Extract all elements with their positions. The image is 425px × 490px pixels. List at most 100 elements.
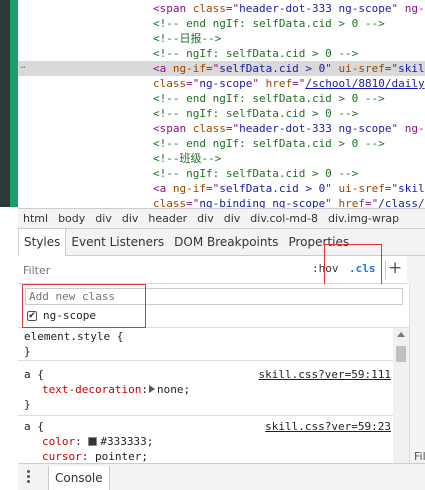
dom-token: =" [364, 197, 379, 208]
dom-token: ng-binding ng-scope [199, 197, 326, 208]
scroll-thumb[interactable] [396, 346, 406, 362]
dom-node-line[interactable]: <span class="header-dot-333 ng-scope" ng… [18, 121, 425, 136]
rule-declaration[interactable]: color: #333333; [42, 434, 153, 449]
styles-filter-input[interactable] [23, 262, 293, 278]
tab-styles[interactable]: Styles [18, 229, 67, 256]
computed-filter-label[interactable]: Fil [414, 450, 425, 463]
computed-pane-edge [409, 284, 425, 463]
dom-token: =" [292, 77, 306, 90]
dom-node-line[interactable]: class="ng-scope" href="/school/8810/dail… [18, 76, 425, 91]
dom-token: =" [186, 197, 200, 208]
dom-token: ng-if [172, 62, 206, 75]
dom-token: =" [186, 77, 200, 90]
cls-highlight-box [324, 244, 382, 286]
breadcrumb-item[interactable]: html [18, 209, 53, 228]
dom-token: " ng- [391, 122, 425, 135]
dom-token: <!-- ngIf: selfData.cid > 0 --> [153, 107, 359, 120]
dom-node-line[interactable]: class="ng-binding ng-scope" href="/class… [18, 196, 425, 208]
dom-token: <!--日报--> [153, 32, 222, 45]
breadcrumb-item[interactable]: div.img-wrap [323, 209, 404, 228]
rule-close-brace: } [24, 398, 31, 411]
left-gutter [0, 0, 18, 490]
dom-token: =" [206, 182, 220, 195]
filter-bar-right-pane [407, 256, 425, 284]
tab-console[interactable]: Console [48, 466, 110, 490]
dom-token: skil [398, 62, 425, 75]
dom-node-line[interactable]: <!-- ngIf: selfData.cid > 0 --> [18, 46, 425, 61]
dom-token: =" [225, 122, 240, 135]
dom-token: =" [384, 182, 399, 195]
property-value[interactable]: none; [157, 383, 190, 396]
dom-token: header-dot-333 ng-scope [239, 122, 392, 135]
tab-event-listeners[interactable]: Event Listeners [66, 229, 169, 255]
breadcrumb-item[interactable]: div [219, 209, 246, 228]
dom-token: /class/ [378, 197, 425, 208]
dom-token: ui-sref [338, 62, 385, 75]
dom-token: href [265, 77, 293, 90]
anchor-rule-2: a { skill.css?ver=59:23 color: #333333; … [18, 418, 409, 463]
dom-token: <span [153, 122, 193, 135]
anchor-rule: a { skill.css?ver=59:111 text-decoration… [18, 366, 409, 416]
dom-node-line[interactable]: <a ng-if="selfData.cid > 0" ui-sref="ski… [18, 181, 425, 196]
property-value[interactable]: #333333; [100, 435, 153, 448]
breadcrumb-item[interactable]: div [192, 209, 219, 228]
class-highlight-box [22, 284, 146, 328]
breadcrumb-item[interactable]: body [53, 209, 90, 228]
dom-token: <!-- ngIf: selfData.cid > 0 --> [153, 47, 359, 60]
property-name[interactable]: cursor [42, 450, 82, 463]
rule-selector[interactable]: a { [24, 367, 44, 382]
dom-token: <!-- end ngIf: selfData.cid > 0 --> [153, 137, 385, 150]
color-swatch-icon[interactable] [88, 437, 98, 446]
rule-source-link[interactable]: skill.css?ver=59:111 [259, 367, 391, 382]
dom-node-line[interactable]: <!--班级--> [18, 151, 425, 166]
elements-tree[interactable]: <span class="header-dot-333 ng-scope" ng… [18, 0, 425, 208]
dom-node-line[interactable]: <!-- end ngIf: selfData.cid > 0 --> [18, 91, 425, 106]
property-value[interactable]: pointer; [95, 450, 148, 463]
dom-token: =" [384, 62, 399, 75]
new-rule-button[interactable]: + [388, 258, 402, 278]
dom-token: <a [153, 62, 173, 75]
dom-token: =" [206, 62, 220, 75]
dom-token: <!-- ngIf: selfData.cid > 0 --> [153, 167, 359, 180]
property-name[interactable]: text-decoration [42, 383, 141, 396]
dom-token: " [325, 62, 339, 75]
dom-node-line[interactable]: <!-- end ngIf: selfData.cid > 0 --> [18, 136, 425, 151]
dom-token: class [153, 77, 187, 90]
expand-triangle-icon[interactable] [148, 385, 155, 393]
scroll-up-arrow-icon[interactable] [397, 332, 405, 337]
rule-source-link[interactable]: skill.css?ver=59:23 [265, 419, 391, 434]
breadcrumb-item[interactable]: div.col-md-8 [245, 209, 323, 228]
breadcrumb-item[interactable]: header [143, 209, 192, 228]
breadcrumb: html body div div header div div div.col-md-8 di… [18, 208, 425, 229]
drawer-menu-icon[interactable] [27, 470, 31, 484]
dom-node-line[interactable]: <!-- ngIf: selfData.cid > 0 --> [18, 106, 425, 121]
breadcrumb-item[interactable]: div [90, 209, 117, 228]
rule-declaration[interactable]: cursor: pointer; [42, 449, 148, 463]
dom-token: " [252, 77, 266, 90]
dom-node-line[interactable]: <!--日报--> [18, 31, 425, 46]
tab-dom-breakpoints[interactable]: DOM Breakpoints [169, 229, 283, 255]
dom-token: class [153, 197, 187, 208]
dom-token: <!--班级--> [153, 152, 222, 165]
dom-token: header-dot-333 ng-scope [239, 2, 392, 15]
toolbar-divider [385, 260, 386, 280]
property-name[interactable]: color [42, 435, 75, 448]
dom-token: selfData.cid > 0 [219, 62, 326, 75]
node-more-icon[interactable]: … [20, 61, 25, 71]
dom-token: href [338, 197, 365, 208]
rule-selector[interactable]: element.style { [24, 329, 123, 344]
dom-token: ng-scope [199, 77, 253, 90]
dom-node-line[interactable]: <!-- end ngIf: selfData.cid > 0 --> [18, 16, 425, 31]
dom-token: class [192, 2, 226, 15]
dom-token: " ng- [391, 2, 425, 15]
styles-scrollbar[interactable] [393, 328, 409, 463]
dom-node-line[interactable]: <span class="header-dot-333 ng-scope" ng… [18, 1, 425, 16]
rule-selector[interactable]: a { [24, 419, 44, 434]
dom-token: " [325, 182, 339, 195]
breadcrumb-item[interactable]: div [117, 209, 144, 228]
dom-node-line[interactable]: <a ng-if="selfData.cid > 0" ui-sref="ski… [18, 61, 425, 76]
dom-token: class [192, 122, 226, 135]
dom-token: skil [398, 182, 425, 195]
rule-declaration[interactable]: text-decoration: none; [42, 382, 190, 397]
dom-node-line[interactable]: <!-- ngIf: selfData.cid > 0 --> [18, 166, 425, 181]
